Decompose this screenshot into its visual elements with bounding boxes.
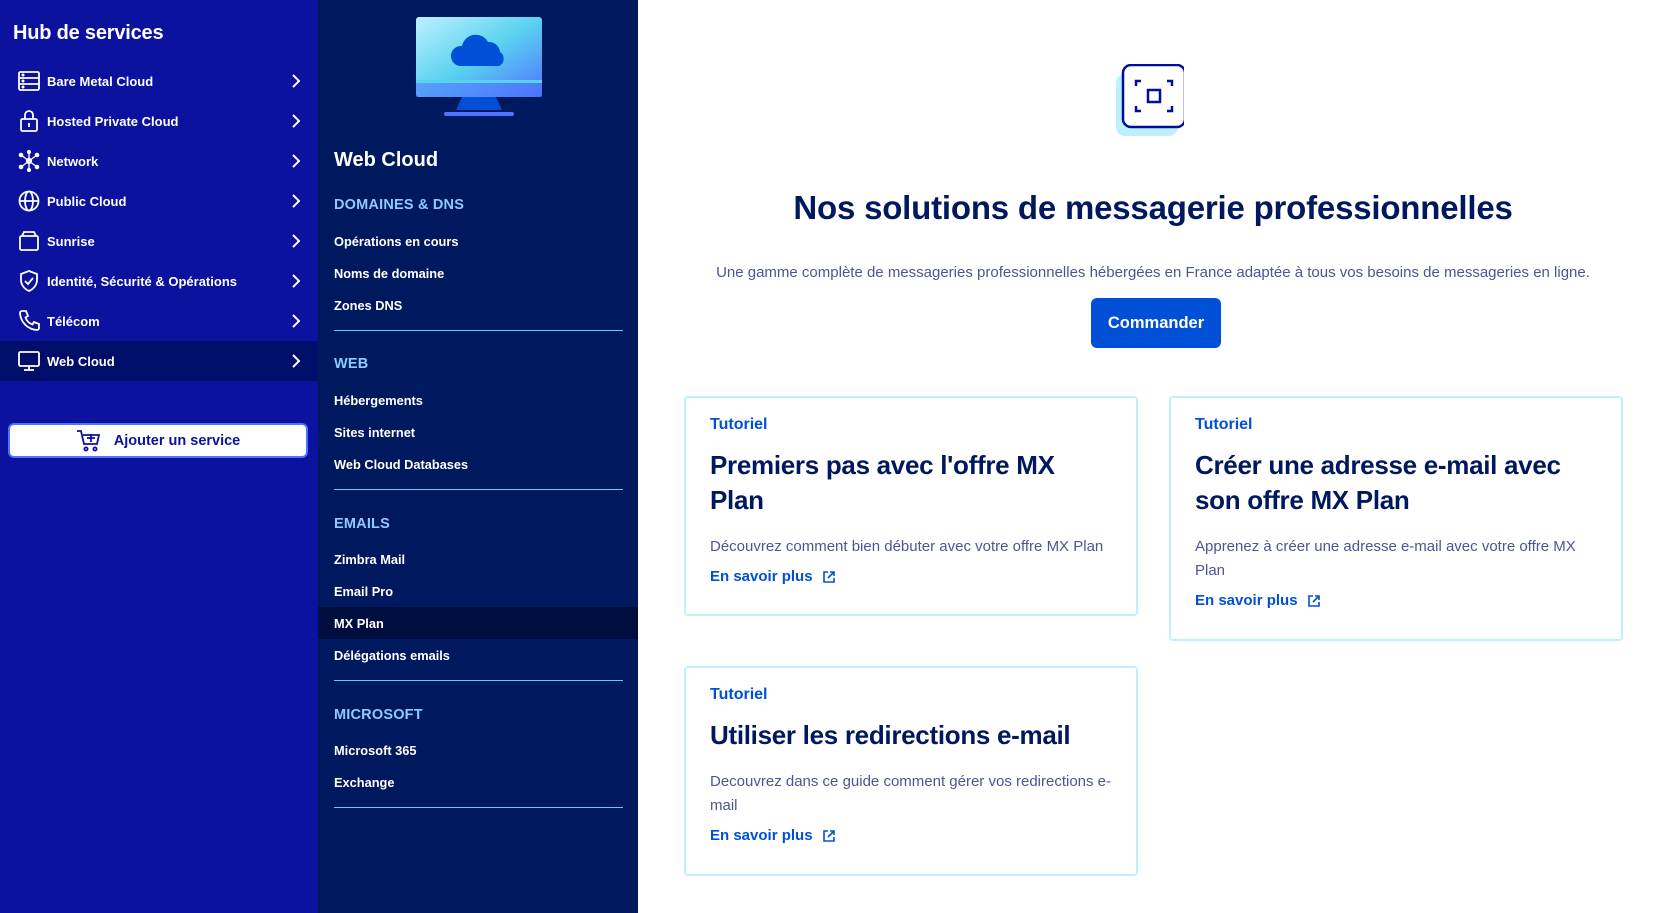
card-description: Decouvrez dans ce guide comment gérer vo… xyxy=(710,773,1112,814)
sidebar-title: Hub de services xyxy=(13,22,164,44)
tutorial-card: Tutoriel Premiers pas avec l'offre MX Pl… xyxy=(684,396,1138,616)
monitor-icon xyxy=(17,349,41,373)
primary-sidebar: Hub de services Bare Metal Cloud Hosted … xyxy=(0,0,318,913)
main-content: Nos solutions de messagerie professionne… xyxy=(638,0,1668,913)
subnav-link-microsoft-365[interactable]: Microsoft 365 xyxy=(318,734,638,766)
sidebar-item-sunrise[interactable]: Sunrise xyxy=(0,221,318,261)
globe-icon xyxy=(17,189,41,213)
subnav-link-noms-de-domaine[interactable]: Noms de domaine xyxy=(318,257,638,289)
tutorial-card: Tutoriel Utiliser les redirections e-mai… xyxy=(684,666,1138,876)
cart-plus-icon xyxy=(76,429,100,451)
card-kicker: Tutoriel xyxy=(1195,416,1253,433)
add-service-button[interactable]: Ajouter un service xyxy=(8,423,308,458)
card-title: Créer une adresse e-mail avec son offre … xyxy=(1195,450,1561,515)
email-solution-icon xyxy=(1116,64,1184,136)
sidebar-item-label: Sunrise xyxy=(47,233,95,249)
tutorial-card: Tutoriel Créer une adresse e-mail avec s… xyxy=(1169,396,1623,641)
sidebar-item-label: Télécom xyxy=(47,313,100,329)
divider xyxy=(334,807,623,808)
learn-more-label: En savoir plus xyxy=(710,827,813,844)
chevron-right-icon xyxy=(292,194,301,208)
shield-icon xyxy=(17,269,41,293)
subnav-link-mx-plan[interactable]: MX Plan xyxy=(318,607,638,639)
sidebar-item-label: Bare Metal Cloud xyxy=(47,73,154,89)
subnav-link-exchange[interactable]: Exchange xyxy=(318,766,638,798)
sidebar-item-identite-securite[interactable]: Identité, Sécurité & Opérations xyxy=(0,261,318,301)
card-kicker: Tutoriel xyxy=(710,686,768,703)
page-description: Une gamme complète de messageries profes… xyxy=(716,264,1590,281)
external-link-icon xyxy=(822,829,835,842)
sidebar-item-bare-metal-cloud[interactable]: Bare Metal Cloud xyxy=(0,61,318,101)
learn-more-label: En savoir plus xyxy=(1195,592,1298,609)
subnav-title: Web Cloud xyxy=(334,149,439,171)
divider xyxy=(334,330,623,331)
sidebar-item-label: Hosted Private Cloud xyxy=(47,113,179,129)
card-description: Découvrez comment bien débuter avec votr… xyxy=(710,538,1104,555)
card-title: Utiliser les redirections e-mail xyxy=(710,720,1071,750)
sidebar-item-label: Web Cloud xyxy=(47,353,115,369)
divider xyxy=(334,489,623,490)
section-title-domaines: DOMAINES & DNS xyxy=(334,197,465,213)
chevron-right-icon xyxy=(292,234,301,248)
section-title-microsoft: MICROSOFT xyxy=(334,707,423,723)
subnav-link-zimbra-mail[interactable]: Zimbra Mail xyxy=(318,543,638,575)
sidebar-item-web-cloud[interactable]: Web Cloud xyxy=(0,341,318,381)
sidebar-item-label: Identité, Sécurité & Opérations xyxy=(47,273,237,289)
divider xyxy=(334,680,623,681)
chevron-right-icon xyxy=(292,154,301,168)
learn-more-label: En savoir plus xyxy=(710,568,813,585)
sidebar-item-label: Network xyxy=(47,153,99,169)
sidebar-item-public-cloud[interactable]: Public Cloud xyxy=(0,181,318,221)
section-title-emails: EMAILS xyxy=(334,516,390,532)
card-description: Apprenez à créer une adresse e-mail avec… xyxy=(1195,538,1576,579)
subnav-link-email-pro[interactable]: Email Pro xyxy=(318,575,638,607)
external-link-icon xyxy=(822,570,835,583)
lock-icon xyxy=(17,109,41,133)
subnav-link-sites-internet[interactable]: Sites internet xyxy=(318,416,638,448)
chevron-right-icon xyxy=(292,314,301,328)
learn-more-link[interactable]: En savoir plus xyxy=(710,568,836,585)
card-title: Premiers pas avec l'offre MX Plan xyxy=(710,450,1055,515)
phone-icon xyxy=(17,309,41,333)
network-icon xyxy=(17,149,41,173)
subnav-link-delegations-emails[interactable]: Délégations emails xyxy=(318,639,638,671)
sidebar-items: Bare Metal Cloud Hosted Private Cloud Ne… xyxy=(0,61,318,381)
subnav-link-operations[interactable]: Opérations en cours xyxy=(318,225,638,257)
learn-more-link[interactable]: En savoir plus xyxy=(710,827,836,844)
sidebar-item-label: Public Cloud xyxy=(47,193,127,209)
cloud-monitor-illustration xyxy=(416,17,542,116)
page-heading: Nos solutions de messagerie professionne… xyxy=(793,189,1513,226)
commander-button[interactable]: Commander xyxy=(1091,298,1221,348)
box-icon xyxy=(17,229,41,253)
subnav-link-zones-dns[interactable]: Zones DNS xyxy=(318,289,638,321)
chevron-right-icon xyxy=(292,114,301,128)
server-icon xyxy=(17,69,41,93)
sidebar-item-network[interactable]: Network xyxy=(0,141,318,181)
learn-more-link[interactable]: En savoir plus xyxy=(1195,592,1321,609)
sidebar-item-telecom[interactable]: Télécom xyxy=(0,301,318,341)
secondary-sidebar: Web Cloud DOMAINES & DNS Opérations en c… xyxy=(318,0,638,913)
subnav-link-web-cloud-databases[interactable]: Web Cloud Databases xyxy=(318,448,638,480)
card-kicker: Tutoriel xyxy=(710,416,768,433)
sidebar-item-hosted-private-cloud[interactable]: Hosted Private Cloud xyxy=(0,101,318,141)
subnav-link-hebergements[interactable]: Hébergements xyxy=(318,384,638,416)
chevron-right-icon xyxy=(292,74,301,88)
section-title-web: WEB xyxy=(334,356,369,372)
external-link-icon xyxy=(1307,594,1320,607)
add-service-label: Ajouter un service xyxy=(113,432,241,449)
chevron-right-icon xyxy=(292,274,301,288)
chevron-right-icon xyxy=(292,354,301,368)
